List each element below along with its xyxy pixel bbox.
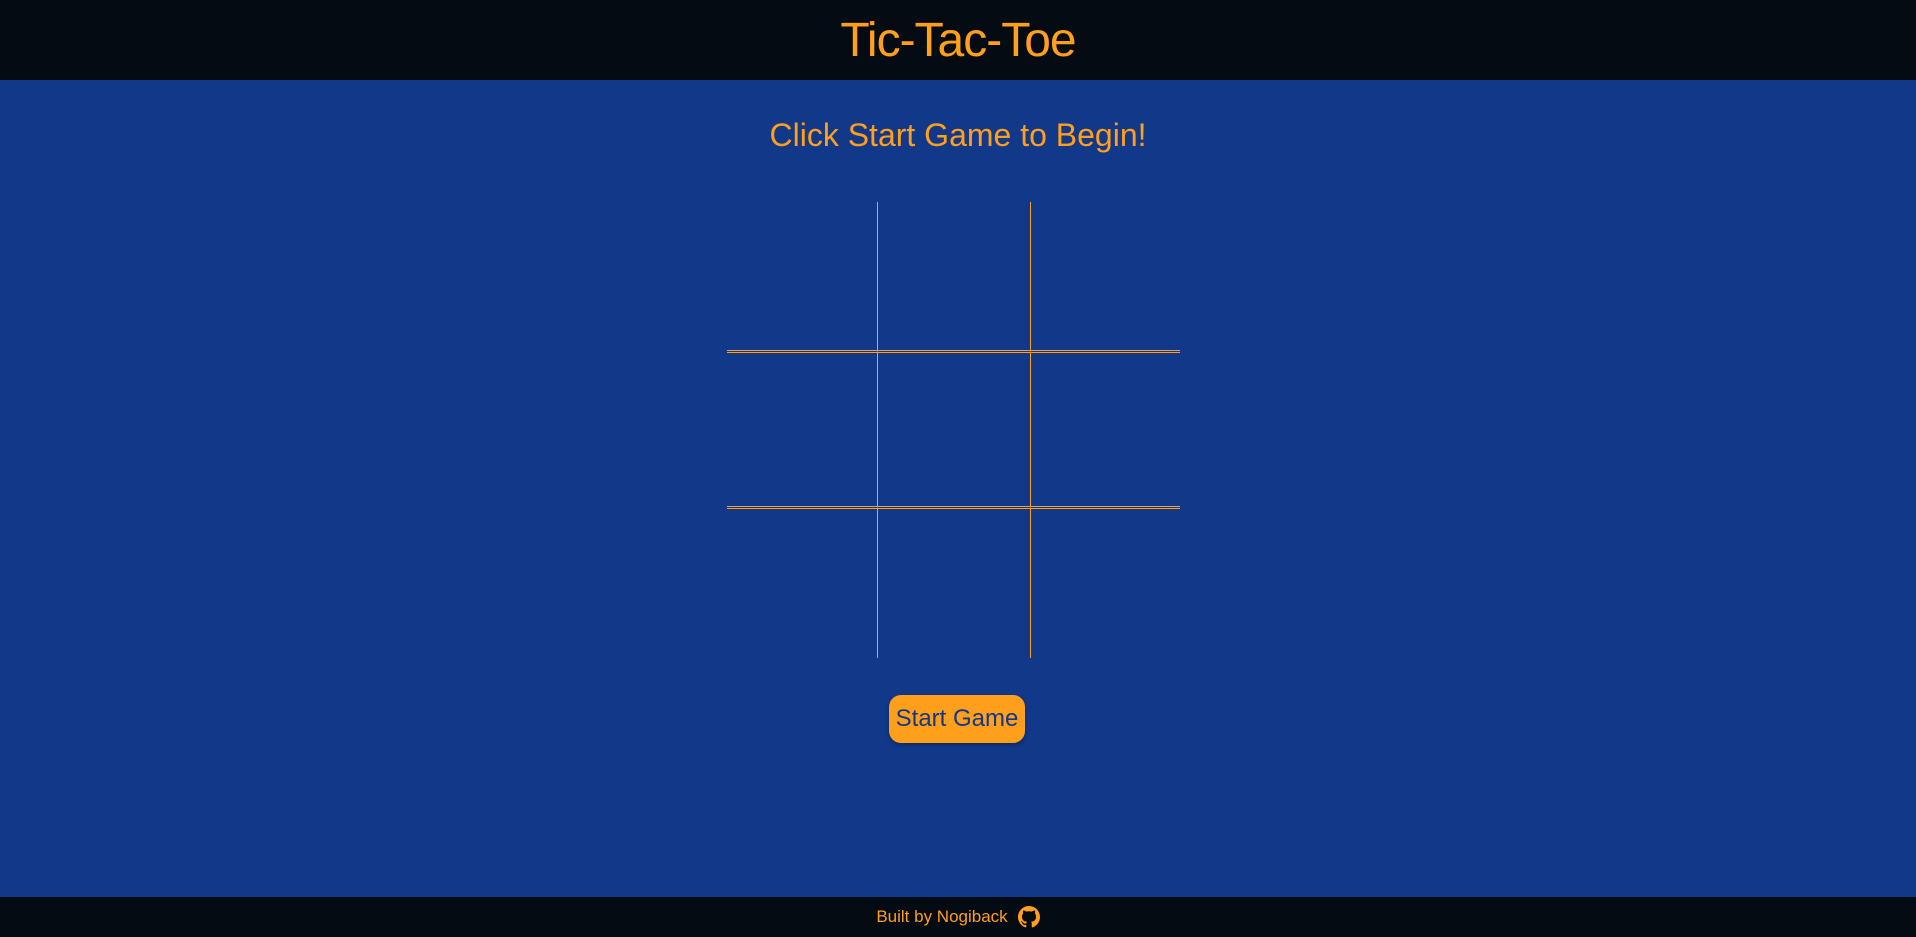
board-cell[interactable]	[727, 202, 878, 353]
app-header: Tic-Tac-Toe	[0, 0, 1916, 80]
board-cell[interactable]	[1030, 353, 1180, 506]
board-cell[interactable]	[1030, 506, 1180, 658]
author-credit-link[interactable]: Built by Nogiback	[876, 907, 1007, 927]
board-cell[interactable]	[727, 506, 878, 658]
start-game-button[interactable]: Start Game	[889, 695, 1025, 743]
app-title: Tic-Tac-Toe	[840, 13, 1076, 67]
board-cell[interactable]	[878, 202, 1030, 353]
board-cell[interactable]	[727, 353, 878, 506]
app-footer: Built by Nogiback	[0, 897, 1916, 937]
board-cell[interactable]	[878, 506, 1030, 658]
board-cell[interactable]	[1030, 202, 1180, 353]
status-message: Click Start Game to Begin!	[769, 117, 1147, 153]
github-icon[interactable]	[1017, 906, 1040, 928]
game-board	[727, 202, 1180, 658]
board-cell[interactable]	[878, 353, 1030, 506]
